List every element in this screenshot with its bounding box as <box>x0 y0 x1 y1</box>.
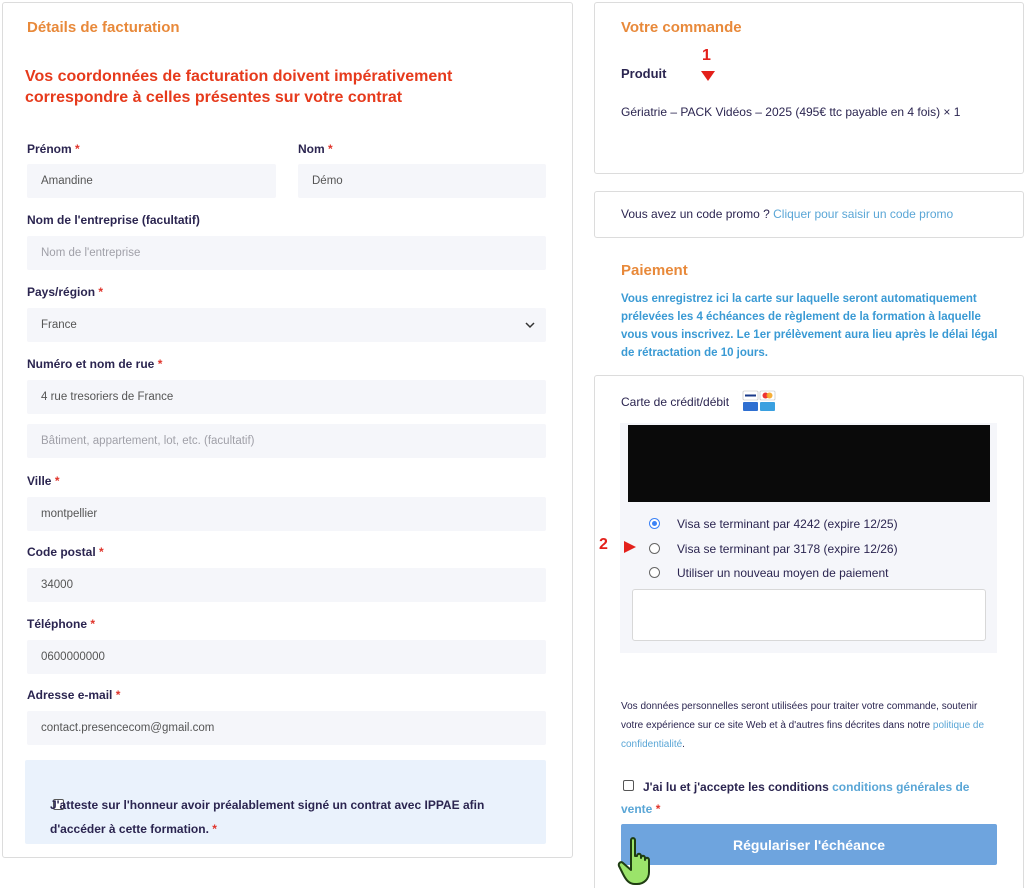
city-label: Ville * <box>27 474 60 488</box>
new-card-input[interactable] <box>632 589 986 641</box>
last-name-input[interactable]: Démo <box>298 164 546 198</box>
street2-input[interactable]: Bâtiment, appartement, lot, etc. (facult… <box>27 424 546 458</box>
annotation-1: 1 <box>702 47 711 64</box>
saved-card-4242-radio[interactable] <box>649 518 660 529</box>
postcode-label: Code postal * <box>27 545 104 559</box>
payment-title: Paiement <box>621 262 688 279</box>
country-value: France <box>41 319 77 331</box>
email-input[interactable]: contact.presencecom@gmail.com <box>27 711 546 745</box>
terms-label: J'ai lu et j'accepte les conditions cond… <box>621 780 970 816</box>
country-select[interactable]: France <box>27 308 546 342</box>
country-label: Pays/région * <box>27 285 104 299</box>
last-name-label: Nom * <box>298 142 333 156</box>
first-name-input[interactable]: Amandine <box>27 164 276 198</box>
company-input[interactable]: Nom de l'entreprise <box>27 236 546 270</box>
promo-link[interactable]: Cliquer pour saisir un code promo <box>773 207 953 221</box>
billing-title: Détails de facturation <box>27 19 180 36</box>
hand-cursor-icon <box>617 837 650 885</box>
redacted-test-notice <box>628 425 990 502</box>
postcode-input[interactable]: 34000 <box>27 568 546 602</box>
arrow-right-icon <box>624 541 636 553</box>
product-header: Produit <box>621 66 667 81</box>
company-label: Nom de l'entreprise (facultatif) <box>27 213 200 227</box>
attest-label: J'atteste sur l'honneur avoir préalablem… <box>50 798 485 836</box>
promo-panel: Vous avez un code promo ? Cliquer pour s… <box>594 191 1024 238</box>
payment-description: Vous enregistrez ici la carte sur laquel… <box>621 293 998 359</box>
phone-label: Téléphone * <box>27 617 96 631</box>
new-payment-radio[interactable] <box>649 567 660 578</box>
arrow-down-icon <box>701 71 715 81</box>
billing-warning: Vos coordonnées de facturation doivent i… <box>25 68 453 106</box>
payment-method-label: Carte de crédit/débit <box>621 395 730 409</box>
annotation-2: 2 <box>599 536 608 553</box>
saved-card-3178-radio[interactable] <box>649 543 660 554</box>
saved-card-3178-label: Visa se terminant par 3178 (expire 12/26… <box>677 542 898 556</box>
street-label: Numéro et nom de rue * <box>27 357 163 371</box>
first-name-label: Prénom * <box>27 142 80 156</box>
phone-input[interactable]: 0600000000 <box>27 640 546 674</box>
new-payment-label: Utiliser un nouveau moyen de paiement <box>677 566 889 580</box>
saved-card-4242-label: Visa se terminant par 4242 (expire 12/25… <box>677 517 898 531</box>
product-line: Gériatrie – PACK Vidéos – 2025 (495€ ttc… <box>621 105 961 119</box>
credit-cards-icon <box>742 390 776 411</box>
chevron-down-icon <box>525 322 535 329</box>
email-label: Adresse e-mail * <box>27 688 121 702</box>
privacy-notice: Vos données personnelles seront utilisée… <box>621 701 985 750</box>
submit-button[interactable]: Régulariser l'échéance <box>621 824 997 865</box>
street-input[interactable]: 4 rue tresoriers de France <box>27 380 546 414</box>
order-title: Votre commande <box>621 19 742 36</box>
promo-question: Vous avez un code promo ? <box>621 207 770 221</box>
city-input[interactable]: montpellier <box>27 497 546 531</box>
attest-box: J'atteste sur l'honneur avoir préalablem… <box>25 760 546 844</box>
